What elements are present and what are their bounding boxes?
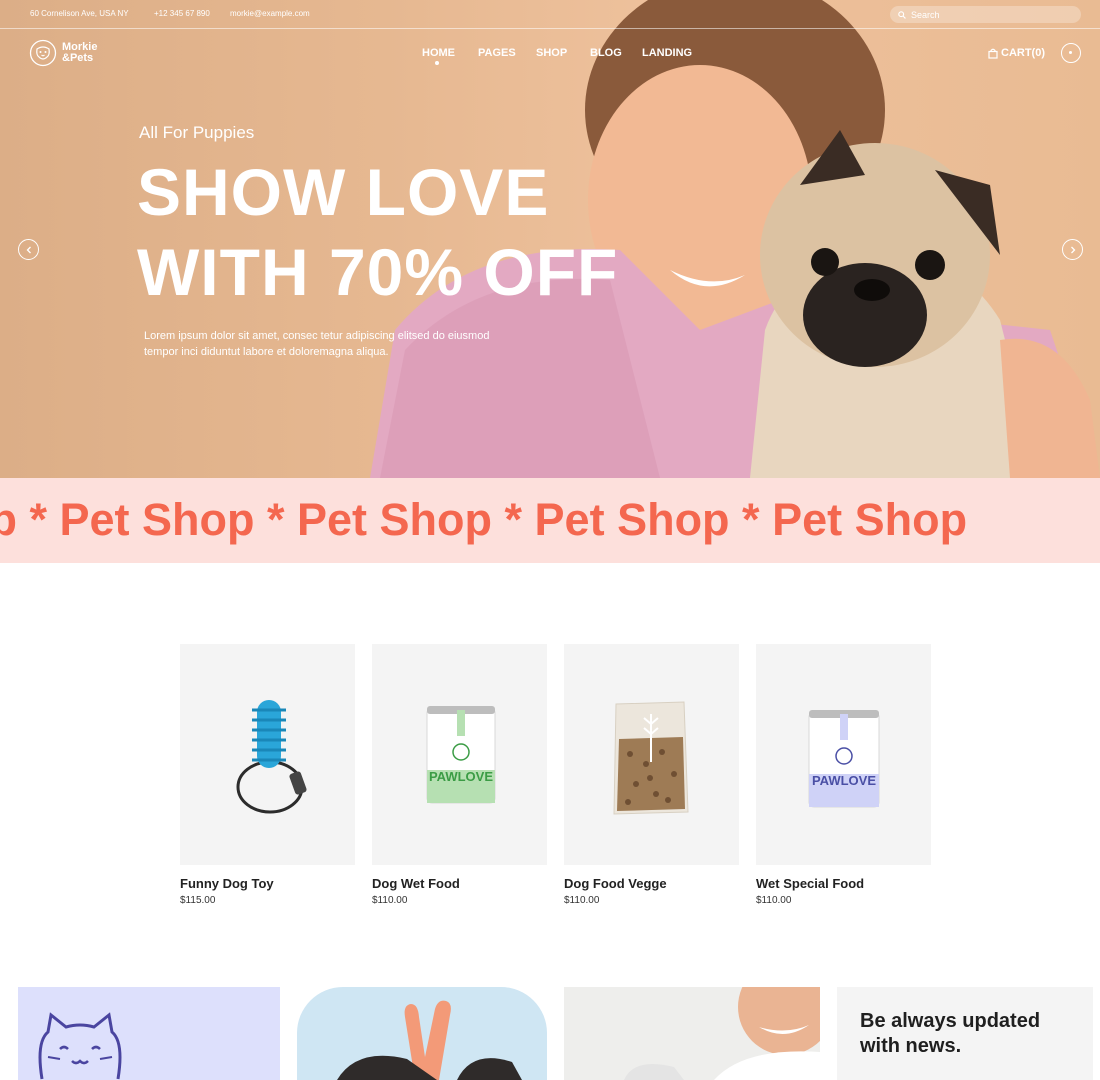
product-image[interactable]: PAWLOVE	[756, 644, 931, 865]
pawlove-can-green-image: PAWLOVE	[426, 706, 496, 804]
marquee-text: op * Pet Shop * Pet Shop * Pet Shop * Pe…	[0, 494, 968, 545]
nav-item-pages[interactable]: PAGES	[478, 47, 516, 59]
peace-hand-image	[337, 1000, 522, 1080]
product-name[interactable]: Dog Food Vegge	[564, 876, 739, 891]
product-price: $115.00	[180, 895, 216, 906]
headline-line-2: WITH 70% OFF	[137, 235, 619, 309]
product-price: $110.00	[372, 895, 408, 906]
pawlove-can-lavender-image: PAWLOVE	[808, 710, 880, 808]
active-nav-indicator	[435, 61, 439, 65]
category-tile-cats[interactable]	[18, 987, 280, 1080]
cat-icon	[38, 1012, 122, 1080]
hero-headline: SHOW LOVE WITH 70% OFF	[137, 152, 618, 312]
cart-button[interactable]: CART(0)	[988, 47, 1045, 59]
address-text: 60 Cornelison Ave, USA NY	[30, 9, 129, 18]
product-card[interactable]: Dog Food Vegge $110.00	[564, 644, 739, 906]
shopping-bag-icon	[988, 48, 998, 59]
smiling-woman-image	[624, 987, 820, 1080]
slider-next-button[interactable]	[1062, 239, 1083, 260]
dog-logo-icon	[29, 39, 57, 67]
search-input[interactable]	[911, 9, 1061, 20]
email-link[interactable]: morkie@example.com	[230, 9, 310, 18]
logo[interactable]: Morkie &Pets	[29, 39, 97, 67]
dot-icon	[1069, 51, 1072, 54]
hero-slider: 60 Cornelison Ave, USA NY +12 345 67 890…	[0, 0, 1100, 478]
headline-line-1: SHOW LOVE	[137, 155, 550, 229]
svg-text:PAWLOVE: PAWLOVE	[429, 769, 493, 784]
lead-line-1: Lorem ipsum dolor sit amet, consec tetur…	[144, 330, 490, 342]
menu-toggle-button[interactable]	[1061, 43, 1081, 63]
product-image[interactable]	[564, 644, 739, 865]
hero-description: Lorem ipsum dolor sit amet, consec tetur…	[144, 328, 564, 360]
food-bag-image	[613, 701, 689, 815]
newsletter-title: Be always updated with news.	[860, 1009, 1080, 1059]
product-price: $110.00	[756, 895, 792, 906]
search-box[interactable]	[890, 6, 1081, 23]
nav-item-home[interactable]: HOME	[422, 47, 455, 59]
newsletter-tile: Be always updated with news.	[837, 987, 1093, 1080]
product-name[interactable]: Funny Dog Toy	[180, 876, 355, 891]
product-card[interactable]: PAWLOVE Dog Wet Food $110.00	[372, 644, 547, 906]
product-image[interactable]: PAWLOVE	[372, 644, 547, 865]
lead-line-2: tempor inci diduntut labore et doloremag…	[144, 346, 389, 358]
search-icon	[898, 10, 906, 19]
product-card[interactable]: PAWLOVE Wet Special Food $110.00	[756, 644, 931, 906]
news-line-1: Be always updated	[860, 1010, 1041, 1032]
product-name[interactable]: Wet Special Food	[756, 876, 931, 891]
cart-label: CART(0)	[1001, 47, 1045, 59]
product-card[interactable]: Funny Dog Toy $115.00	[180, 644, 355, 906]
nav-item-blog[interactable]: BLOG	[590, 47, 622, 59]
svg-text:PAWLOVE: PAWLOVE	[812, 773, 876, 788]
hero-eyebrow: All For Puppies	[139, 123, 255, 142]
logo-text: Morkie &Pets	[62, 42, 97, 64]
category-tile-photo[interactable]	[564, 987, 820, 1080]
logo-line2: &Pets	[62, 52, 94, 64]
phone-text[interactable]: +12 345 67 890	[154, 9, 210, 18]
chevron-left-icon	[26, 246, 31, 253]
category-tile-dogs[interactable]	[297, 987, 547, 1080]
slider-prev-button[interactable]	[18, 239, 39, 260]
top-bar: 60 Cornelison Ave, USA NY +12 345 67 890…	[0, 0, 1100, 29]
product-image[interactable]	[180, 644, 355, 865]
product-price: $110.00	[564, 895, 600, 906]
nav-item-shop[interactable]: SHOP	[536, 47, 567, 59]
nav-item-landing[interactable]: LANDING	[642, 47, 692, 59]
marquee-banner: op * Pet Shop * Pet Shop * Pet Shop * Pe…	[0, 478, 1100, 563]
product-name[interactable]: Dog Wet Food	[372, 876, 547, 891]
chevron-right-icon	[1070, 246, 1075, 253]
dog-toy-image	[236, 700, 307, 814]
news-line-2: with news.	[860, 1035, 962, 1057]
